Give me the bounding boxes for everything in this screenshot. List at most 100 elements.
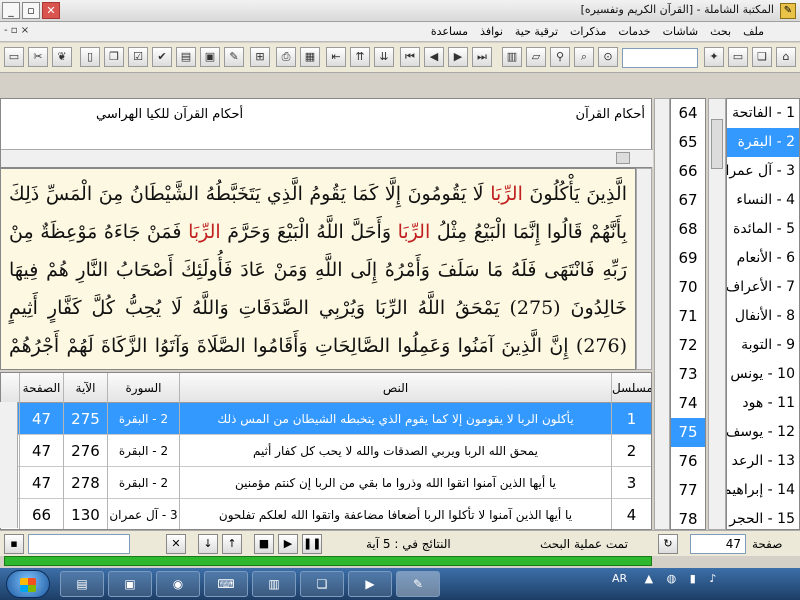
page-list-item[interactable]: 75: [671, 418, 705, 447]
sura-list-item[interactable]: 14 - إبراهيم: [727, 476, 799, 505]
filter-input[interactable]: [28, 534, 130, 554]
last-page-icon[interactable]: ⏭: [472, 47, 492, 67]
page-list-item[interactable]: 69: [671, 244, 705, 273]
page-list-item[interactable]: 71: [671, 302, 705, 331]
page-list-item[interactable]: 65: [671, 128, 705, 157]
page-setup-icon[interactable]: ▦: [300, 47, 320, 67]
advanced-search-icon[interactable]: ⊙: [598, 47, 618, 67]
leaf-icon[interactable]: ❦: [52, 47, 72, 67]
book-taskbar-icon[interactable]: ❏: [300, 571, 344, 597]
results-scrollbar[interactable]: [0, 402, 18, 528]
page-list-item[interactable]: 77: [671, 476, 705, 505]
tray-notification-icon[interactable]: ▲: [645, 572, 653, 585]
previous-page-icon[interactable]: ◀: [424, 47, 444, 67]
page-list-item[interactable]: 66: [671, 157, 705, 186]
mdi-window-controls[interactable]: - ▫ ×: [4, 25, 29, 36]
sura-list-item[interactable]: 7 - الأعراف: [727, 273, 799, 302]
header-page[interactable]: الصفحة: [19, 373, 63, 403]
menu-notes[interactable]: مذكرات: [564, 22, 612, 41]
page-up-icon[interactable]: ⇈: [350, 47, 370, 67]
firefox-taskbar-icon[interactable]: ◉: [156, 571, 200, 597]
page-list-item[interactable]: 73: [671, 360, 705, 389]
clock[interactable]: [752, 572, 796, 596]
new-document-icon[interactable]: ▯: [80, 47, 100, 67]
copy-icon[interactable]: ❐: [104, 47, 124, 67]
sura-list-item[interactable]: 12 - يوسف: [727, 418, 799, 447]
page-list-item[interactable]: 76: [671, 447, 705, 476]
card-icon[interactable]: ▭: [728, 47, 748, 67]
header-scrollbar[interactable]: [1, 149, 653, 167]
page-list-item[interactable]: 68: [671, 215, 705, 244]
sura-scroll-thumb[interactable]: [711, 119, 723, 169]
checklist-icon[interactable]: ☑: [128, 47, 148, 67]
search-document-icon[interactable]: ⌕: [574, 47, 594, 67]
picture-icon[interactable]: ▣: [200, 47, 220, 67]
header-sura[interactable]: السورة: [107, 373, 179, 403]
sura-list-item[interactable]: 10 - يونس: [727, 360, 799, 389]
save-icon[interactable]: ▪: [4, 534, 24, 554]
stop-icon[interactable]: ■: [254, 534, 274, 554]
menu-help[interactable]: مساعدة: [425, 22, 474, 41]
tray-volume-icon[interactable]: ♪: [709, 572, 716, 585]
refresh-icon[interactable]: ↻: [658, 534, 678, 554]
table-row[interactable]: 47 278 2 - البقرة يا أيها الذين آمنوا اتقوا…: [1, 467, 651, 499]
header-text[interactable]: النص: [179, 373, 611, 403]
keyboard-taskbar-icon[interactable]: ⌨: [204, 571, 248, 597]
sura-list-item[interactable]: 13 - الرعد: [727, 447, 799, 476]
books-icon[interactable]: ❏: [752, 47, 772, 67]
page-number-field[interactable]: 47: [690, 534, 746, 554]
library-taskbar-icon[interactable]: ▥: [252, 571, 296, 597]
pause-icon[interactable]: ❚❚: [302, 534, 322, 554]
tools-icon[interactable]: ✂: [28, 47, 48, 67]
pencil-icon[interactable]: ✎: [224, 47, 244, 67]
shamela-taskbar-icon[interactable]: ✎: [396, 571, 440, 597]
menu-services[interactable]: خدمات: [612, 22, 656, 41]
sura-list-item[interactable]: 15 - الحجر: [727, 505, 799, 529]
bookmark-icon[interactable]: ✦: [704, 47, 724, 67]
aya-text-scrollbar[interactable]: [636, 168, 652, 370]
quick-search-input[interactable]: [622, 48, 698, 68]
notes-icon[interactable]: ▤: [176, 47, 196, 67]
menu-screens[interactable]: شاشات: [657, 22, 705, 41]
play-icon[interactable]: ▶: [278, 534, 298, 554]
language-indicator[interactable]: AR: [612, 572, 627, 585]
table-row[interactable]: 47 275 2 - البقرة يأكلون الربا لا يقومون إل…: [1, 403, 651, 435]
page-list-item[interactable]: 74: [671, 389, 705, 418]
move-down-icon[interactable]: ↓: [198, 534, 218, 554]
sura-list-item[interactable]: 9 - التوبة: [727, 331, 799, 360]
sura-list-item[interactable]: 1 - الفاتحة: [727, 99, 799, 128]
page-list-item[interactable]: 78: [671, 505, 705, 529]
clear-results-icon[interactable]: ✕: [166, 534, 186, 554]
menu-file[interactable]: ملف: [737, 22, 770, 41]
go-to-first-icon[interactable]: ⇤: [326, 47, 346, 67]
sura-list-item[interactable]: 3 - آل عمران: [727, 157, 799, 186]
sura-list-scrollbar[interactable]: [708, 98, 726, 530]
close-button[interactable]: ✕: [42, 2, 60, 19]
page-list-item[interactable]: 67: [671, 186, 705, 215]
table-row[interactable]: 47 276 2 - البقرة يمحق الله الربا ويربي الص…: [1, 435, 651, 467]
sura-list-item[interactable]: 6 - الأنعام: [727, 244, 799, 273]
first-page-icon[interactable]: ⏮: [400, 47, 420, 67]
header-serial[interactable]: مسلسل: [611, 373, 651, 403]
screen-icon[interactable]: ▭: [4, 47, 24, 67]
page-list-scrollbar[interactable]: [654, 98, 670, 530]
library-icon[interactable]: ▥: [502, 47, 522, 67]
header-aya[interactable]: الآية: [63, 373, 107, 403]
binoculars-icon[interactable]: ⚲: [550, 47, 570, 67]
minimize-button[interactable]: _: [2, 2, 20, 19]
sura-list-item[interactable]: 4 - النساء: [727, 186, 799, 215]
media-taskbar-icon[interactable]: ▣: [108, 571, 152, 597]
sura-list-item[interactable]: 2 - البقرة: [727, 128, 799, 157]
restore-button[interactable]: ▫: [22, 2, 40, 19]
tree-icon[interactable]: ⊞: [250, 47, 270, 67]
open-folder-icon[interactable]: ▱: [526, 47, 546, 67]
header-scroll-thumb[interactable]: [616, 152, 630, 164]
tray-antivirus-icon[interactable]: ◍: [667, 572, 677, 585]
menu-search[interactable]: بحث: [704, 22, 737, 41]
print-icon[interactable]: ⎙: [276, 47, 296, 67]
start-button[interactable]: [6, 570, 50, 598]
page-list-item[interactable]: 64: [671, 99, 705, 128]
menu-windows[interactable]: نوافذ: [474, 22, 509, 41]
tray-network-icon[interactable]: ▮: [690, 572, 696, 585]
move-up-icon[interactable]: ↑: [222, 534, 242, 554]
